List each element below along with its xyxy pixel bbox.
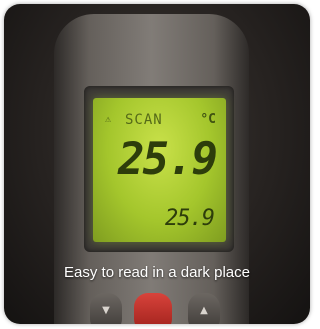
main-temperature: 25.9: [118, 134, 218, 185]
mode-label: SCAN: [125, 112, 163, 128]
warning-icon: ⚠: [105, 114, 112, 125]
trigger-button: [134, 293, 172, 324]
down-arrow-icon: ▼: [102, 305, 110, 316]
caption-text: Easy to read in a dark place: [64, 264, 250, 281]
up-button: ▲: [188, 293, 220, 324]
lcd-display: ⚠ SCAN °C 25.9 25.9: [93, 98, 226, 242]
secondary-temperature: 25.9: [165, 206, 215, 231]
up-arrow-icon: ▲: [200, 305, 208, 316]
unit-label: °C: [200, 112, 216, 127]
down-button: ▼: [90, 293, 122, 324]
product-photo: ⚠ SCAN °C 25.9 25.9 Easy to read in a da…: [4, 4, 310, 324]
